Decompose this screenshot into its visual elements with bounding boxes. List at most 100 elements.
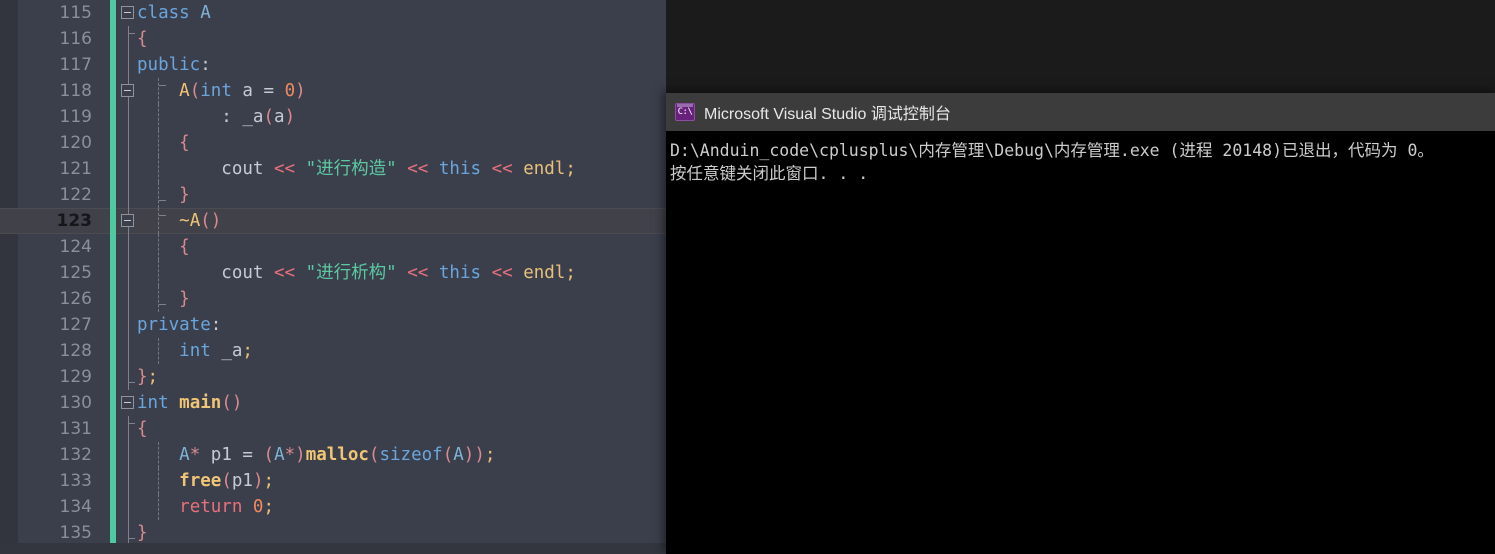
code-line[interactable]: 128 int _a; [0,338,666,364]
line-number: 123 [56,211,93,231]
indent-guide [128,520,135,543]
code-line[interactable]: 116 { [0,26,666,52]
console-title-bar[interactable]: C:\ Microsoft Visual Studio 调试控制台 [666,93,1495,131]
code-text: private: [137,315,222,335]
code-line[interactable]: 130 int main() [0,390,666,416]
code-line[interactable]: 126 } [0,286,666,312]
save-indicator-bar [110,520,116,543]
code-line[interactable]: 124 { [0,234,666,260]
code-line[interactable]: 117 public: [0,52,666,78]
line-number: 122 [59,185,92,205]
code-text: : _a(a) [221,107,296,127]
code-text: int main() [137,393,243,413]
code-line[interactable]: 127 private: [0,312,666,338]
code-editor-pane[interactable]: 115 class A 116 {117 public: 118 A(int a = 0)… [0,0,666,554]
code-line[interactable]: 135} [0,520,666,543]
save-indicator-bar [110,416,116,442]
code-line[interactable]: 115 class A [0,0,666,26]
indent-guide [128,442,129,468]
code-line[interactable]: 118 A(int a = 0) [0,78,666,104]
save-indicator-bar [110,364,116,390]
indent-guide [128,234,129,260]
line-number: 132 [59,445,92,465]
save-indicator-bar [110,468,116,494]
line-number: 117 [59,55,92,75]
editor-bottom-band [0,543,666,554]
fold-collapse-icon[interactable] [121,214,134,227]
code-line[interactable]: 120 { [0,130,666,156]
fold-collapse-icon[interactable] [121,6,134,19]
indent-guide [128,26,135,52]
code-line[interactable]: 132 A* p1 = (A*)malloc(sizeof(A)); [0,442,666,468]
indent-guide [128,468,129,494]
code-text: class A [137,3,211,23]
debug-console-window[interactable]: C:\ Microsoft Visual Studio 调试控制台 D:\And… [666,93,1495,554]
code-text: }; [137,367,159,387]
code-text: return 0; [179,497,275,517]
indent-guide [128,182,129,208]
line-number: 115 [59,3,92,23]
indent-guide [128,156,129,182]
line-number: 127 [59,315,92,335]
save-indicator-bar [110,286,116,312]
save-indicator-bar [110,78,116,104]
code-line[interactable]: 121 cout << "进行构造" << this << endl; [0,156,666,182]
line-number: 121 [59,159,92,179]
code-text: { [137,29,148,49]
line-number: 118 [59,81,92,101]
save-indicator-bar [110,52,116,78]
indent-guide [128,286,129,312]
line-number: 130 [59,393,92,413]
code-text: cout << "进行析构" << this << endl; [221,263,576,283]
line-number: 128 [59,341,92,361]
code-lines-container[interactable]: 115 class A 116 {117 public: 118 A(int a = 0)… [0,0,666,543]
save-indicator-bar [110,130,116,156]
code-line[interactable]: 125 cout << "进行析构" << this << endl; [0,260,666,286]
code-text: } [179,185,190,205]
code-text: } [179,289,190,309]
fold-collapse-icon[interactable] [121,84,134,97]
code-line[interactable]: 134 return 0; [0,494,666,520]
code-text: free(p1); [179,471,275,491]
line-number: 126 [59,289,92,309]
indent-guide [128,52,129,78]
save-indicator-bar [110,182,116,208]
save-indicator-bar [110,104,116,130]
save-indicator-bar [110,260,116,286]
line-number: 133 [59,471,92,491]
code-line[interactable]: 122 } [0,182,666,208]
indent-guide [128,416,135,442]
save-indicator-bar [110,338,116,364]
line-number: 131 [59,419,92,439]
console-output-line: 按任意键关闭此窗口. . . [670,164,869,183]
save-indicator-bar [110,312,116,338]
line-number: 124 [59,237,92,257]
line-number: 119 [59,107,92,127]
indent-guide [128,494,129,520]
code-text: cout << "进行构造" << this << endl; [221,159,576,179]
code-text: } [137,523,148,543]
indent-guide [128,364,135,390]
indent-guide [128,130,129,156]
save-indicator-bar [110,494,116,520]
save-indicator-bar [110,26,116,52]
line-number: 129 [59,367,92,387]
code-text: { [179,237,190,257]
line-number: 125 [59,263,92,283]
console-output-area[interactable]: D:\Anduin_code\cplusplus\内存管理\Debug\内存管理… [666,131,1495,554]
code-line[interactable]: 131 { [0,416,666,442]
code-text: int _a; [179,341,253,361]
save-indicator-bar [110,156,116,182]
save-indicator-bar [110,390,116,416]
line-number: 134 [59,497,92,517]
code-line[interactable]: 129}; [0,364,666,390]
code-text: A* p1 = (A*)malloc(sizeof(A)); [179,445,496,465]
console-cmd-icon: C:\ [675,103,695,121]
indent-guide [128,104,129,130]
code-line[interactable]: 133 free(p1); [0,468,666,494]
code-text: A(int a = 0) [179,81,306,101]
code-line[interactable]: 119 : _a(a) [0,104,666,130]
code-line[interactable]: 123 ~A() [0,208,666,234]
console-title-label: Microsoft Visual Studio 调试控制台 [704,106,951,123]
fold-collapse-icon[interactable] [121,396,134,409]
